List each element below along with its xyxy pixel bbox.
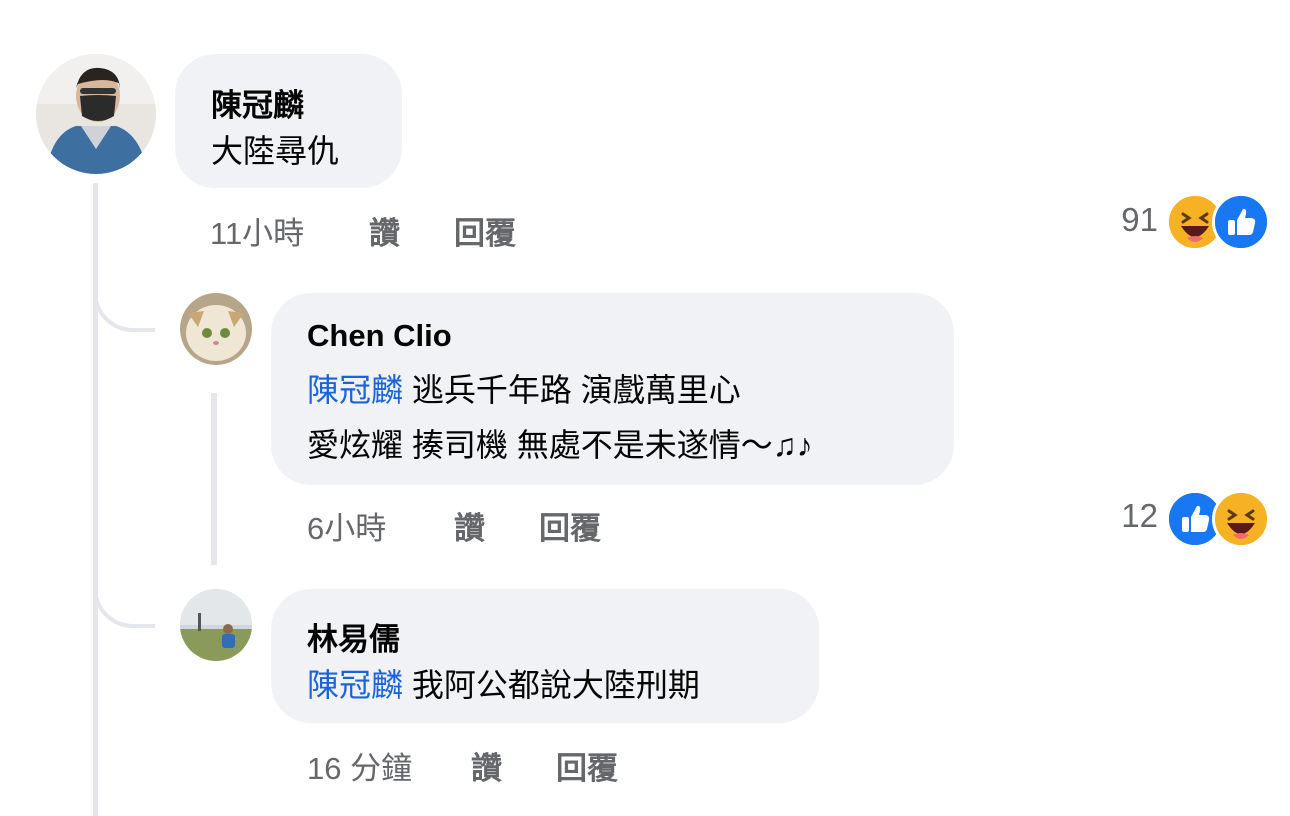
reply-button[interactable]: 回覆: [556, 743, 618, 788]
reply-author[interactable]: Chen Clio: [307, 318, 452, 354]
reaction-count[interactable]: 91: [1100, 201, 1158, 239]
reply-author[interactable]: 林易儒: [307, 614, 400, 659]
reply-text-line-1: 陳冠麟 逃兵千年路 演戲萬里心: [307, 365, 741, 411]
reply-text-line-2: 愛炫耀 揍司機 無處不是未遂情～♫♪: [307, 427, 813, 463]
reply-text-line: 陳冠麟 我阿公都說大陸刑期: [307, 660, 700, 706]
like-button[interactable]: 讚: [454, 503, 485, 548]
thread-line-reply: [211, 393, 217, 565]
reply-text: 逃兵千年路 演戲萬里心: [411, 372, 741, 408]
avatar-reply-1[interactable]: [180, 293, 252, 365]
reply-button[interactable]: 回覆: [454, 208, 516, 253]
comment-author[interactable]: 陳冠麟: [211, 80, 304, 125]
like-button[interactable]: 讚: [471, 743, 502, 788]
haha-icon[interactable]: [1212, 490, 1270, 548]
thread-branch-2: [93, 566, 155, 628]
reply-timestamp[interactable]: 6小時: [307, 503, 386, 548]
like-button[interactable]: 讚: [369, 208, 400, 253]
like-icon[interactable]: [1212, 193, 1270, 251]
reply-text: 我阿公都說大陸刑期: [411, 667, 700, 703]
avatar-reply-2[interactable]: [180, 589, 252, 661]
mention-link[interactable]: 陳冠麟: [307, 372, 403, 408]
reaction-count[interactable]: 12: [1100, 497, 1158, 535]
comment-text: 大陸尋仇: [211, 133, 340, 169]
comment-timestamp[interactable]: 11小時: [210, 208, 304, 253]
avatar-commenter[interactable]: [36, 54, 156, 174]
mention-link[interactable]: 陳冠麟: [307, 667, 403, 703]
reply-timestamp[interactable]: 16 分鐘: [307, 743, 412, 788]
reply-button[interactable]: 回覆: [539, 503, 601, 548]
thread-branch-1: [93, 270, 155, 332]
